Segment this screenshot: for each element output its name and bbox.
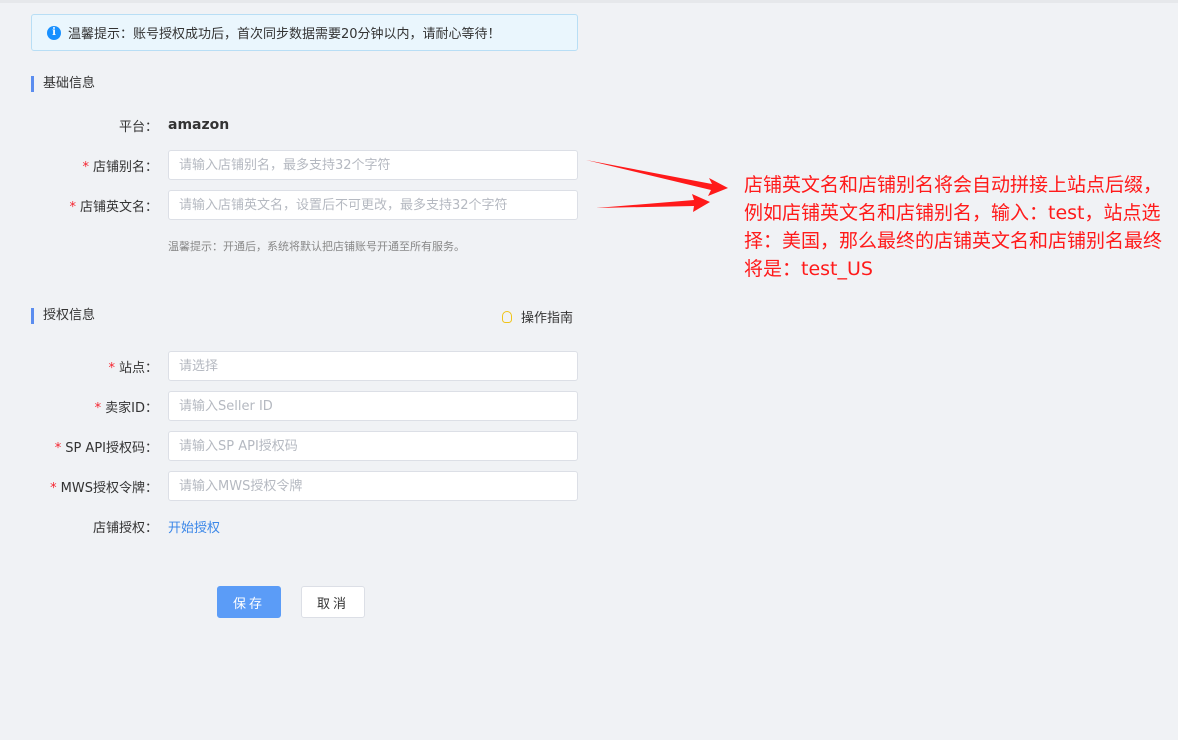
annotation-arrows bbox=[586, 160, 728, 212]
annotation-arrow-2 bbox=[596, 194, 710, 212]
annotation-text: 店铺英文名和店铺别名将会自动拼接上站点后缀，例如店铺英文名和店铺别名，输入：te… bbox=[744, 174, 1163, 280]
annotation-arrow-1 bbox=[586, 160, 728, 196]
